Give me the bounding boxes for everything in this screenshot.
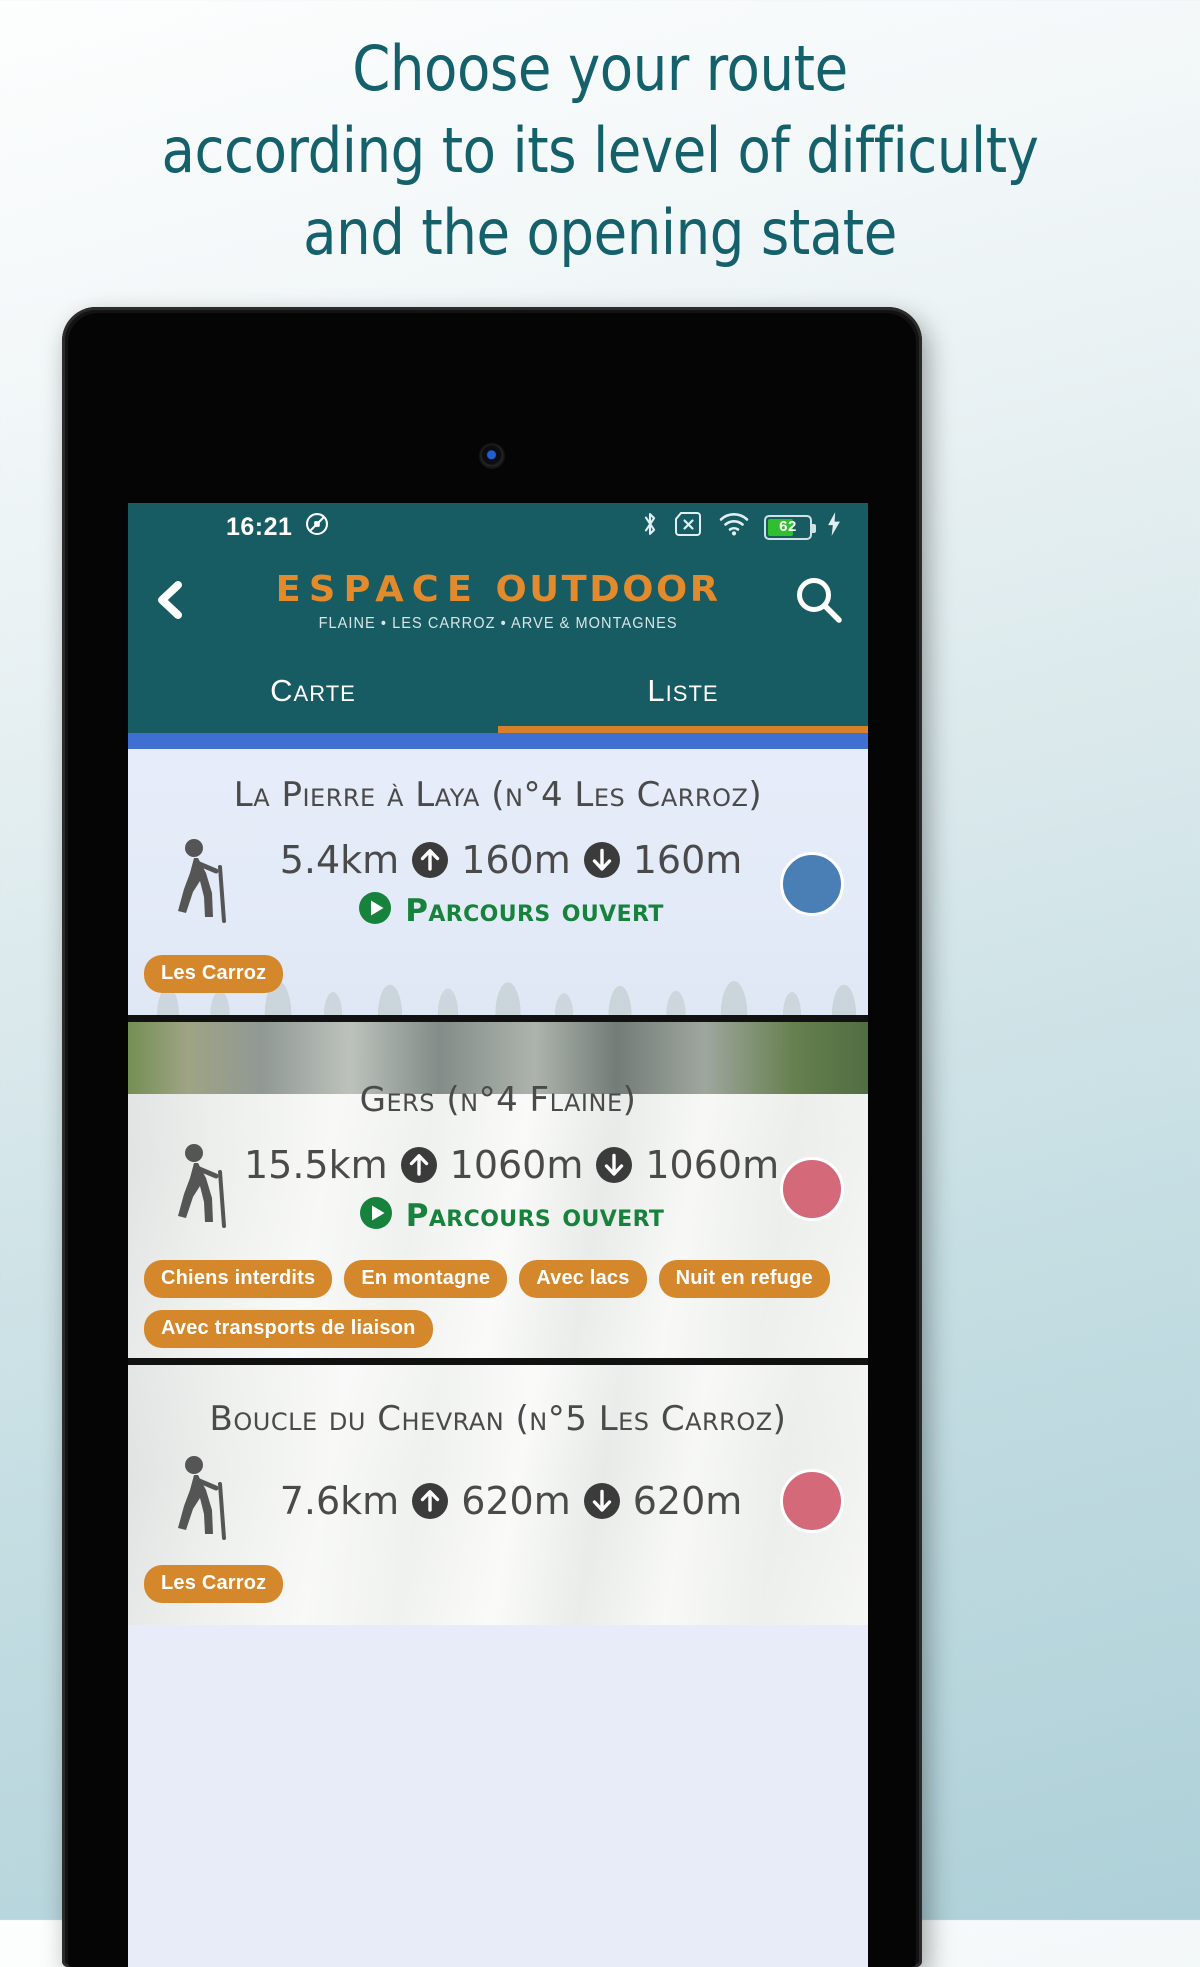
difficulty-indicator xyxy=(780,1157,844,1221)
logo-word-outdoor: OUTDOOR xyxy=(495,568,721,610)
route-ascent: 620m xyxy=(461,1479,571,1523)
route-status-row: Parcours ouvert xyxy=(244,891,778,930)
route-title: Boucle du Chevran (n°5 Les Carroz) xyxy=(209,1399,787,1439)
route-title: Gers (n°4 Flaine) xyxy=(359,1080,637,1120)
front-camera-icon xyxy=(480,444,504,468)
route-tags: Les Carroz xyxy=(128,1553,868,1621)
route-status-row: Parcours ouvert xyxy=(244,1196,779,1235)
list-item[interactable]: La Pierre à Laya (n°4 Les Carroz) 5.4km … xyxy=(128,749,868,1015)
ascent-arrow-icon xyxy=(411,1482,449,1520)
play-circle-icon xyxy=(359,1196,393,1235)
logo-subtitle: FLAINE • LES CARROZ • ARVE & MONTAGNES xyxy=(318,614,678,632)
route-descent: 160m xyxy=(632,838,743,882)
list-item[interactable]: Gers (n°4 Flaine) 15.5km 1060m 1060m Par… xyxy=(128,1022,868,1358)
descent-arrow-icon xyxy=(595,1146,633,1184)
sim-card-off-icon xyxy=(674,511,704,544)
tab-carte-label: Carte xyxy=(270,673,356,708)
hiker-icon xyxy=(164,1454,244,1549)
accent-bar xyxy=(128,733,868,749)
device-frame: 16:21 62 ESPACE OUTDOOR FLAINE • LES CAR… xyxy=(62,307,922,1967)
tag-chip[interactable]: Les Carroz xyxy=(144,955,284,993)
app-logo: ESPACE OUTDOOR FLAINE • LES CARROZ • ARV… xyxy=(276,571,718,633)
route-descent: 620m xyxy=(632,1479,743,1523)
descent-arrow-icon xyxy=(583,841,621,879)
route-metrics: 15.5km 1060m 1060m xyxy=(244,1143,779,1187)
route-distance: 15.5km xyxy=(244,1143,388,1187)
tag-chip[interactable]: En montagne xyxy=(344,1260,508,1298)
route-distance: 7.6km xyxy=(279,1479,400,1523)
tag-chip[interactable]: Avec transports de liaison xyxy=(144,1310,433,1348)
battery-icon: 62 xyxy=(764,514,816,540)
search-icon[interactable] xyxy=(792,573,846,627)
tag-chip[interactable]: Avec lacs xyxy=(519,1260,647,1298)
tag-chip[interactable]: Chiens interdits xyxy=(144,1260,333,1298)
route-list: La Pierre à Laya (n°4 Les Carroz) 5.4km … xyxy=(128,749,868,1625)
card-divider xyxy=(128,1358,868,1365)
ascent-arrow-icon xyxy=(400,1146,438,1184)
route-tags: Les Carroz xyxy=(128,943,868,1011)
headline-line-2: according to its level of difficulty xyxy=(161,113,1039,187)
route-stats-row: 5.4km 160m 160m Parcours ouvert xyxy=(128,825,868,943)
tag-chip[interactable]: Nuit en refuge xyxy=(658,1260,830,1298)
headline-line-3: and the opening state xyxy=(303,195,897,269)
back-chevron-icon[interactable] xyxy=(148,577,194,623)
descent-arrow-icon xyxy=(583,1482,621,1520)
device-bezel: 16:21 62 ESPACE OUTDOOR FLAINE • LES CAR… xyxy=(68,313,916,1967)
route-ascent: 160m xyxy=(461,838,571,882)
route-metrics: 5.4km 160m 160m xyxy=(244,838,778,882)
tab-bar: Carte Liste xyxy=(128,649,868,733)
hiker-icon xyxy=(164,1142,244,1237)
bluetooth-icon xyxy=(640,510,660,545)
logo-word-espace: ESPACE xyxy=(275,568,481,610)
rotation-lock-icon xyxy=(304,511,330,544)
hiker-icon xyxy=(164,837,244,932)
route-status-label: Parcours ouvert xyxy=(405,892,664,929)
route-stats-row: 15.5km 1060m 1060m Parcours ouvert xyxy=(128,1130,868,1248)
tab-liste[interactable]: Liste xyxy=(498,649,868,733)
route-title: La Pierre à Laya (n°4 Les Carroz) xyxy=(233,775,763,815)
route-descent: 1060m xyxy=(645,1143,780,1187)
route-ascent: 1060m xyxy=(449,1143,584,1187)
app-bar: ESPACE OUTDOOR FLAINE • LES CARROZ • ARV… xyxy=(128,551,868,649)
route-stats-row: 7.6km 620m 620m xyxy=(128,1449,868,1553)
difficulty-indicator xyxy=(780,1469,844,1533)
charging-bolt-icon xyxy=(826,511,842,544)
route-distance: 5.4km xyxy=(279,838,400,882)
battery-percent: 62 xyxy=(779,518,797,535)
route-metrics: 7.6km 620m 620m xyxy=(244,1479,778,1523)
card-divider xyxy=(128,1015,868,1022)
route-status-label: Parcours ouvert xyxy=(405,1197,665,1234)
tab-liste-label: Liste xyxy=(647,673,719,708)
tab-carte[interactable]: Carte xyxy=(128,649,498,733)
status-bar: 16:21 62 xyxy=(128,503,868,551)
logo-title: ESPACE OUTDOOR xyxy=(275,568,721,610)
ascent-arrow-icon xyxy=(411,841,449,879)
app-screen: 16:21 62 ESPACE OUTDOOR FLAINE • LES CAR… xyxy=(128,503,868,1967)
status-time: 16:21 xyxy=(226,512,293,541)
promo-headline: Choose your route according to its level… xyxy=(72,28,1128,273)
list-item[interactable]: Boucle du Chevran (n°5 Les Carroz) 7.6km… xyxy=(128,1365,868,1625)
wifi-icon xyxy=(718,511,750,544)
route-tags: Chiens interdits En montagne Avec lacs N… xyxy=(128,1248,868,1358)
play-circle-icon xyxy=(358,891,392,930)
headline-line-1: Choose your route xyxy=(352,32,848,105)
difficulty-indicator xyxy=(780,852,844,916)
tag-chip[interactable]: Les Carroz xyxy=(144,1565,284,1603)
